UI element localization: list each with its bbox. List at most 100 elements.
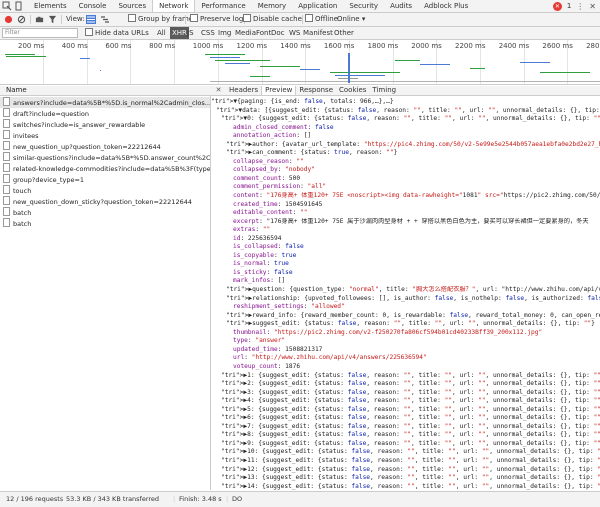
more-options-icon[interactable]: ⋮	[576, 2, 584, 11]
request-row[interactable]: group?device_type=1	[0, 174, 210, 185]
json-line: admin_closed_comment: false	[233, 123, 334, 131]
json-line[interactable]: "tri">▶8: {suggest_edit: {status: false,…	[211, 431, 600, 440]
filter-icon[interactable]	[48, 15, 57, 24]
large-rows-icon[interactable]	[86, 15, 96, 24]
json-line[interactable]: "tri">▼0: {suggest_edit: {status: false,…	[211, 115, 600, 124]
tab-audits[interactable]: Audits	[384, 0, 418, 12]
filter-type-font[interactable]: Font	[256, 27, 271, 39]
request-row[interactable]: invitees	[0, 130, 210, 141]
json-line[interactable]: "tri">▶4: {suggest_edit: {status: false,…	[211, 397, 600, 406]
offline-checkbox[interactable]: Offline	[305, 13, 338, 26]
document-icon	[3, 108, 10, 117]
preserve-log-checkbox[interactable]: Preserve log	[190, 13, 243, 26]
detail-tab-timing[interactable]: Timing	[369, 86, 399, 95]
request-row[interactable]: new_question_up?question_token=22212644	[0, 141, 210, 152]
detail-tab-response[interactable]: Response	[296, 86, 336, 95]
json-line[interactable]: "tri">▶relationship: {upvoted_followees:…	[211, 295, 600, 304]
inspect-element-icon[interactable]	[2, 1, 12, 11]
request-row[interactable]: touch	[0, 185, 210, 196]
overview-tick-label: 1800 ms	[367, 42, 399, 50]
json-line[interactable]: "tri">▶10: {suggest_edit: {status: false…	[211, 448, 600, 457]
filter-input[interactable]: Filter	[2, 28, 78, 38]
json-line[interactable]: "tri">▶2: {suggest_edit: {status: false,…	[211, 380, 600, 389]
timeline-overview[interactable]: 200 ms 400 ms 600 ms 800 ms 1000 ms 1200 ms 14…	[0, 40, 600, 85]
json-line[interactable]: "tri">▶6: {suggest_edit: {status: false,…	[211, 414, 600, 423]
json-line[interactable]: "tri">▶9: {suggest_edit: {status: false,…	[211, 440, 600, 449]
request-name: batch	[13, 220, 32, 228]
name-column-header[interactable]: Name	[0, 86, 216, 96]
json-line[interactable]: "tri">▶question: {question_type: "normal…	[211, 286, 600, 295]
clear-icon[interactable]	[17, 15, 26, 24]
record-icon[interactable]	[4, 15, 13, 24]
json-line[interactable]: "tri">▶12: {suggest_edit: {status: false…	[211, 466, 600, 475]
json-line[interactable]: "tri">▶14: {suggest_edit: {status: false…	[211, 483, 600, 492]
json-line[interactable]: "tri">▶7: {suggest_edit: {status: false,…	[211, 423, 600, 432]
overview-tick-label: 2000 ms	[411, 42, 442, 50]
request-row[interactable]: batch	[0, 207, 210, 218]
tab-performance[interactable]: Performance	[195, 0, 251, 12]
filter-type-img[interactable]: Img	[218, 27, 231, 39]
request-row[interactable]: batch	[0, 218, 210, 229]
filter-type-media[interactable]: Media	[235, 27, 256, 39]
overview-marker	[348, 53, 350, 83]
json-line[interactable]: "tri">▶suggest_edit: {status: false, rea…	[211, 320, 600, 329]
filter-type-other[interactable]: Other	[334, 27, 354, 39]
throttle-select[interactable]: Online ▾	[337, 13, 365, 26]
json-line[interactable]: "tri">▶1: {suggest_edit: {status: false,…	[211, 372, 600, 381]
close-details-icon[interactable]: ✕	[211, 86, 226, 95]
json-line[interactable]: "tri">▶author: {avatar_url_template: "ht…	[211, 141, 600, 150]
error-icon[interactable]: ✕	[552, 1, 562, 11]
json-line[interactable]: "tri">▼{paging: {is_end: false, totals: …	[211, 98, 600, 107]
json-line: is_collapsed: false	[233, 243, 304, 251]
request-name: touch	[13, 187, 32, 195]
json-line: comment_permission: "all"	[233, 183, 327, 191]
json-line[interactable]: "tri">▶13: {suggest_edit: {status: false…	[211, 474, 600, 483]
overview-request-bar	[100, 70, 101, 71]
request-row[interactable]: similar-questions?include=data%5B*%5D.an…	[0, 152, 210, 163]
error-count[interactable]: 1	[567, 2, 571, 10]
request-row[interactable]: switches?include=is_answer_rewardable	[0, 119, 210, 130]
tab-security[interactable]: Security	[343, 0, 384, 12]
tab-elements[interactable]: Elements	[28, 0, 73, 12]
hide-data-urls-checkbox[interactable]: Hide data URLs	[85, 27, 149, 39]
document-icon	[3, 163, 10, 172]
detail-tab-preview[interactable]: Preview	[261, 86, 297, 95]
detail-tab-cookies[interactable]: Cookies	[336, 86, 369, 95]
tab-application[interactable]: Application	[292, 0, 343, 12]
request-row[interactable]: new_question_down_sticky?question_token=…	[0, 196, 210, 207]
overview-request-bar	[210, 57, 240, 58]
json-line[interactable]: "tri">▼data: [{suggest_edit: {status: fa…	[211, 107, 600, 116]
json-line[interactable]: "tri">▶11: {suggest_edit: {status: false…	[211, 457, 600, 466]
tab-sources[interactable]: Sources	[112, 0, 152, 12]
request-row[interactable]: answers?include=data%5B*%5D.is_normal%2C…	[0, 97, 210, 108]
json-line: annotation_action: []	[233, 132, 312, 140]
close-devtools-icon[interactable]: ✕	[589, 2, 596, 11]
overview-tick-label: 2400 ms	[498, 42, 530, 50]
tab-memory[interactable]: Memory	[252, 0, 292, 12]
json-line[interactable]: "tri">▶can_comment: {status: true, reaso…	[211, 149, 600, 158]
detail-tab-headers[interactable]: Headers	[226, 86, 261, 95]
tab-network[interactable]: Network	[152, 0, 196, 12]
group-by-frame-checkbox[interactable]: Group by frame	[128, 13, 193, 26]
json-line[interactable]: "tri">▶reward_info: {reward_member_count…	[211, 312, 600, 321]
request-name: batch	[13, 209, 32, 217]
request-row[interactable]: related-knowledge-commodities?include=da…	[0, 163, 210, 174]
request-row[interactable]: draft?include=question	[0, 108, 210, 119]
filter-type-all[interactable]: All	[157, 27, 166, 39]
json-line: updated_time: 1508821317	[233, 345, 323, 353]
waterfall-icon[interactable]	[100, 15, 110, 24]
device-toolbar-icon[interactable]	[14, 1, 24, 11]
tab-console[interactable]: Console	[73, 0, 113, 12]
json-line[interactable]: "tri">▶5: {suggest_edit: {status: false,…	[211, 406, 600, 415]
camera-icon[interactable]	[35, 15, 44, 24]
tab-adblock-plus[interactable]: Adblock Plus	[418, 0, 474, 12]
json-line[interactable]: "tri">▶3: {suggest_edit: {status: false,…	[211, 389, 600, 398]
filter-type-manifest[interactable]: Manifest	[303, 27, 333, 39]
overview-request-bar	[250, 76, 270, 77]
disable-cache-checkbox[interactable]: Disable cache	[243, 13, 302, 26]
filter-bar: Filter Hide data URLs All XHR JS CSS Img Medi…	[0, 27, 600, 40]
filter-type-js[interactable]: JS	[187, 27, 194, 39]
filter-type-doc[interactable]: Doc	[271, 27, 285, 39]
filter-type-ws[interactable]: WS	[289, 27, 300, 39]
filter-type-css[interactable]: CSS	[201, 27, 215, 39]
